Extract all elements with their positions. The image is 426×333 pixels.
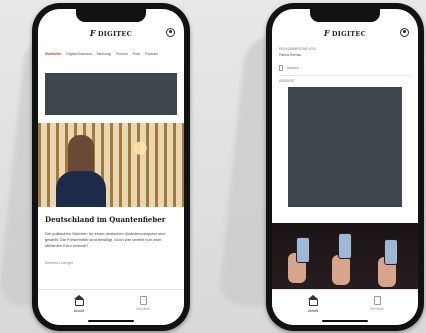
article-headline[interactable]: Deutschland im Quantenfieber (45, 215, 179, 224)
phone-right-screen: F DIGITEC EIN KOMMENTAR VON Patrick Berna… (272, 9, 418, 325)
section-tabs: Startseite Digital Business Meinung Tech… (38, 47, 184, 61)
tab-podcast[interactable]: Podcast (145, 52, 158, 56)
nav-home[interactable]: Aktuell (54, 295, 104, 313)
held-phone-1 (296, 237, 310, 263)
top-bar: F DIGITEC (272, 21, 418, 45)
person-body (56, 171, 106, 207)
article-image[interactable] (272, 223, 418, 297)
phone-right: F DIGITEC EIN KOMMENTAR VON Patrick Berna… (266, 3, 424, 331)
tab-digital-business[interactable]: Digital Business (66, 52, 92, 56)
nav-watchlist-label: Merkliste (370, 307, 384, 311)
ad-label: ANZEIGE (279, 79, 294, 83)
brand-mark: F (323, 28, 330, 38)
nav-watchlist-label: Merkliste (136, 307, 150, 311)
notch (76, 9, 146, 22)
person-head (68, 135, 94, 175)
nav-home[interactable]: Aktuell (288, 295, 338, 313)
home-icon (308, 295, 318, 306)
comment-author[interactable]: Patrick Bernau (279, 53, 301, 57)
ad-placeholder[interactable] (45, 73, 177, 115)
brand-logo[interactable]: F DIGITEC (324, 28, 366, 38)
brand-name: DIGITEC (97, 30, 133, 38)
top-bar: F DIGITEC (38, 21, 184, 45)
bookmark-icon (279, 65, 283, 71)
save-row[interactable]: Merken (279, 65, 299, 71)
article-author: Manfred Lodinger (45, 261, 74, 265)
held-phone-3 (384, 239, 398, 265)
nav-home-label: Aktuell (307, 309, 319, 313)
phone-left-screen: F DIGITEC Startseite Digital Business Mei… (38, 9, 184, 325)
bookmark-icon (139, 296, 147, 305)
home-indicator (322, 320, 368, 322)
nav-watchlist[interactable]: Merkliste (118, 296, 168, 311)
brand-name: DIGITEC (331, 30, 367, 38)
brand-mark: F (89, 28, 96, 38)
bookmark-icon (373, 296, 381, 305)
held-phone-2 (338, 233, 352, 259)
phone-left: F DIGITEC Startseite Digital Business Mei… (32, 3, 190, 331)
tab-meinung[interactable]: Meinung (97, 52, 111, 56)
nav-home-label: Aktuell (73, 309, 85, 313)
article-teaser: Die politischen Weichen für einen deutsc… (45, 231, 166, 248)
bottom-nav: Aktuell Merkliste (38, 289, 184, 325)
ad-placeholder[interactable] (288, 87, 402, 207)
user-icon[interactable] (166, 28, 175, 37)
tab-technik[interactable]: Technik (116, 52, 128, 56)
tab-pols[interactable]: Pols (133, 52, 140, 56)
home-icon (74, 295, 84, 306)
brand-logo[interactable]: F DIGITEC (90, 28, 132, 38)
save-label: Merken (287, 66, 299, 70)
bottom-nav: Aktuell Merkliste (272, 289, 418, 325)
nav-watchlist[interactable]: Merkliste (352, 296, 402, 311)
home-indicator (88, 320, 134, 322)
comment-meta: EIN KOMMENTAR VON (279, 47, 316, 51)
notch (310, 9, 380, 22)
user-icon[interactable] (400, 28, 409, 37)
article-image[interactable] (38, 123, 184, 207)
tab-startseite[interactable]: Startseite (45, 52, 61, 56)
hand-center (332, 255, 350, 285)
divider (279, 75, 411, 76)
